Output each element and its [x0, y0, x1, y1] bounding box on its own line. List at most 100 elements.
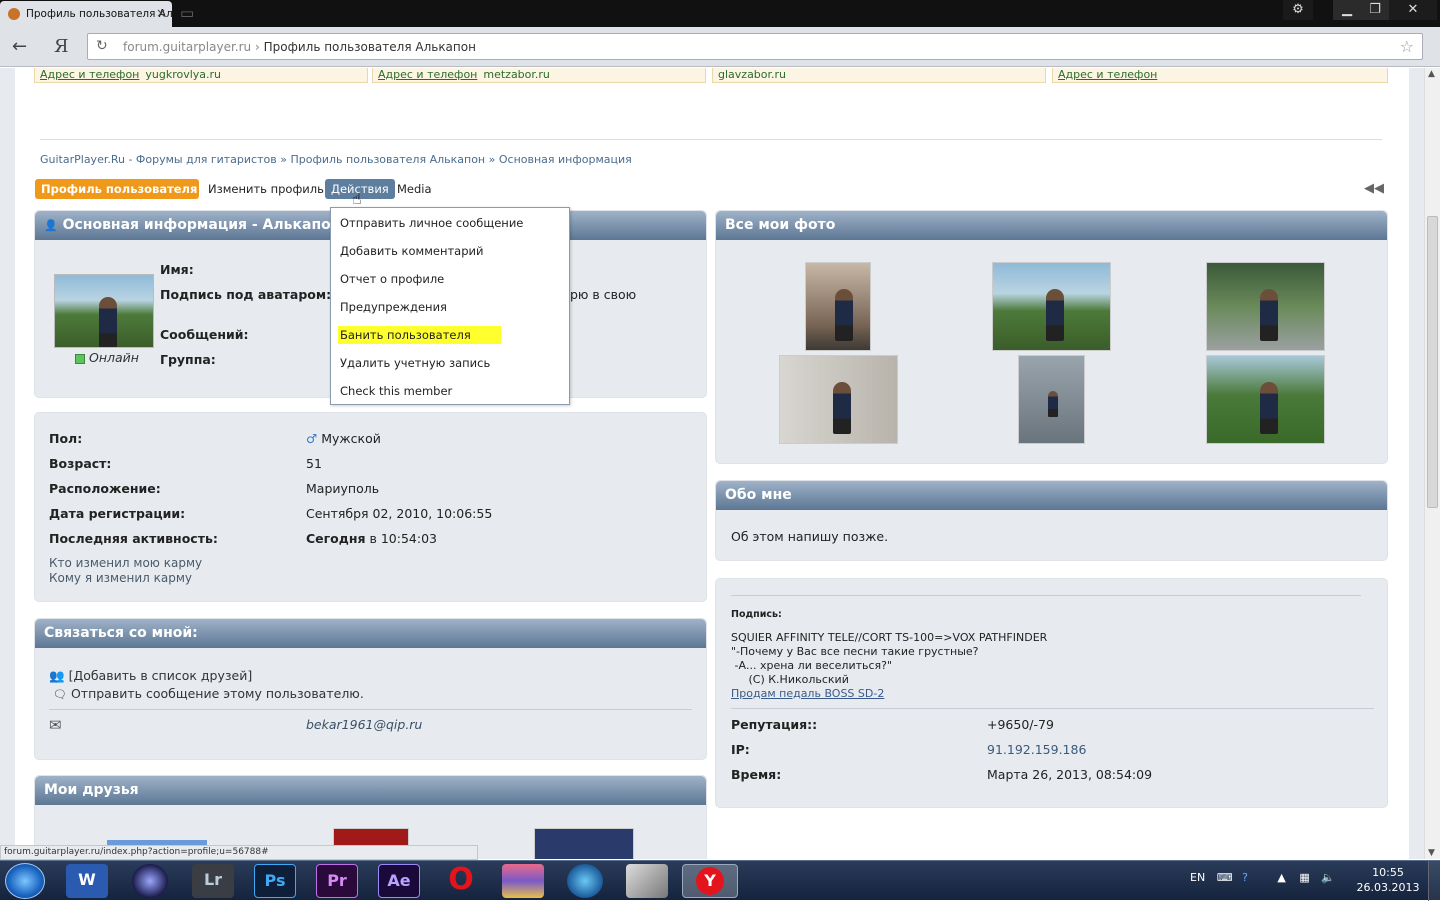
ad-link[interactable]: Адрес и телефон	[378, 68, 477, 81]
menu-item-delete-account[interactable]: Удалить учетную запись	[331, 353, 569, 373]
breadcrumb-profile-link[interactable]: Профиль пользователя Алькапон	[290, 153, 485, 166]
ad-link[interactable]: Адрес и телефон	[1058, 68, 1157, 81]
about-header: Обо мне	[716, 481, 1387, 510]
browser-tabbar: Профиль пользователя Ал × ▭ ⚙ ▁ ❐ ✕	[0, 0, 1440, 27]
breadcrumb-current[interactable]: Основная информация	[499, 153, 632, 166]
menu-item-add-comment[interactable]: Добавить комментарий	[331, 241, 569, 261]
uc-app-icon[interactable]	[567, 864, 603, 898]
network-icon[interactable]: ▦	[1299, 871, 1309, 884]
page-viewport: Адрес и телефон yugkrovlya.ru Адрес и тел…	[0, 68, 1424, 859]
lightroom-app-icon[interactable]: Lr	[192, 864, 234, 898]
show-desktop-button[interactable]	[1428, 861, 1440, 901]
envelope-icon[interactable]: ✉	[49, 716, 62, 734]
email-link[interactable]: bekar1961@qip.ru	[306, 717, 422, 732]
windows-taskbar: W Lr Ps Pr Ae O Y EN ⌨ ? ▲ ▦ 🔈 10:55 26.…	[0, 860, 1440, 901]
karma-whom-link[interactable]: Кому я изменил карму	[49, 571, 192, 585]
back-arrow-icon[interactable]: ←	[12, 36, 27, 57]
panel-title: Основная информация - Алькапон	[62, 217, 341, 233]
tab-media[interactable]: Media	[391, 179, 438, 199]
bookmark-star-icon[interactable]: ☆	[1400, 37, 1414, 56]
photo-thumbnail[interactable]	[1206, 355, 1325, 444]
close-window-icon[interactable]: ✕	[1389, 0, 1437, 20]
close-tab-icon[interactable]: ×	[156, 6, 166, 20]
ad-block[interactable]: Адрес и телефон	[1052, 68, 1388, 83]
keyboard-icon[interactable]: ⌨	[1217, 871, 1233, 884]
media-app-icon[interactable]	[132, 864, 168, 898]
registered-value: Сентября 02, 2010, 10:06:55	[306, 506, 493, 521]
menu-item-check-member[interactable]: Check this member	[331, 381, 569, 401]
reload-icon[interactable]: ↻	[96, 38, 108, 54]
menu-item-send-pm[interactable]: Отправить личное сообщение	[331, 213, 569, 233]
tab-profile[interactable]: Профиль пользователя	[35, 179, 199, 199]
archive-app-icon[interactable]	[502, 864, 544, 898]
address-field[interactable]: ↻ forum.guitarplayer.ru › Профиль пользо…	[87, 33, 1423, 60]
ip-label: IP:	[731, 742, 750, 757]
breadcrumb-home-link[interactable]: GuitarPlayer.Ru - Форумы для гитаристов	[40, 153, 277, 166]
help-icon[interactable]: ?	[1242, 871, 1248, 884]
group-label: Группа:	[160, 352, 216, 367]
minimize-icon[interactable]: ▁	[1333, 0, 1361, 20]
files-app-icon[interactable]	[626, 864, 668, 898]
opera-app-icon[interactable]: O	[440, 864, 482, 898]
friend-avatar[interactable]	[534, 828, 634, 859]
after-effects-app-icon[interactable]: Ae	[378, 864, 420, 898]
ad-domain: glavzabor.ru	[718, 68, 787, 81]
yandex-button[interactable]: Я	[54, 36, 69, 57]
restore-icon[interactable]: ❐	[1361, 0, 1389, 20]
ad-block[interactable]: Адрес и телефон metzabor.ru	[372, 68, 706, 83]
add-friend-link[interactable]: 👥 [Добавить в список друзей]	[49, 668, 252, 684]
browser-tab[interactable]: Профиль пользователя Ал ×	[0, 1, 172, 27]
karma-who-link[interactable]: Кто изменил мою карму	[49, 556, 202, 570]
reputation-label: Репутация::	[731, 717, 818, 732]
tray-expand-icon[interactable]: ▲	[1277, 871, 1285, 884]
vertical-scrollbar[interactable]: ▲ ▼	[1424, 68, 1440, 859]
menu-item-report-profile[interactable]: Отчет о профиле	[331, 269, 569, 289]
premiere-app-icon[interactable]: Pr	[316, 864, 358, 898]
ip-link[interactable]: 91.192.159.186	[987, 742, 1086, 757]
age-label: Возраст:	[49, 456, 112, 471]
ad-link[interactable]: Адрес и телефон	[40, 68, 139, 81]
ad-domain: metzabor.ru	[483, 68, 550, 81]
scroll-up-icon[interactable]: ▲	[1428, 69, 1435, 79]
start-button[interactable]	[5, 863, 45, 899]
menu-item-ban-user[interactable]: Банить пользователя	[331, 325, 569, 345]
volume-icon[interactable]: 🔈	[1321, 871, 1335, 884]
tab-edit-profile[interactable]: Изменить профиль	[202, 179, 330, 199]
contact-panel: Связаться со мной: 👥 [Добавить в список …	[34, 618, 707, 760]
divider	[40, 139, 1382, 140]
signature-tail: рю в свою	[570, 287, 637, 302]
clock[interactable]: 10:55 26.03.2013	[1355, 865, 1421, 895]
photo-thumbnail[interactable]	[779, 355, 898, 444]
photo-thumbnail[interactable]	[805, 262, 871, 351]
collapse-icon[interactable]: ◀◀	[1364, 181, 1384, 196]
ad-block[interactable]: Адрес и телефон yugkrovlya.ru	[34, 68, 368, 83]
language-indicator[interactable]: EN	[1190, 871, 1205, 884]
posts-label: Сообщений:	[160, 327, 249, 342]
url-text[interactable]: forum.guitarplayer.ru › Профиль пользова…	[123, 40, 476, 54]
last-active-label: Последняя активность:	[49, 531, 218, 546]
yandex-browser-app-icon[interactable]: Y	[682, 864, 738, 898]
scroll-thumb[interactable]	[1427, 216, 1438, 508]
photoshop-app-icon[interactable]: Ps	[254, 864, 296, 898]
scroll-down-icon[interactable]: ▼	[1428, 848, 1435, 858]
divider	[731, 708, 1374, 709]
system-tray: EN ⌨ ? ▲ ▦ 🔈	[1190, 871, 1335, 884]
word-app-icon[interactable]: W	[66, 864, 108, 898]
menu-item-warnings[interactable]: Предупреждения	[331, 297, 569, 317]
male-icon: ♂	[306, 431, 318, 446]
age-value: 51	[306, 456, 322, 471]
send-message-link[interactable]: 🗨 Отправить сообщение этому пользователю…	[53, 686, 364, 701]
avatar[interactable]	[54, 274, 154, 348]
gender-value: ♂ Мужской	[306, 431, 381, 446]
photo-thumbnail[interactable]	[992, 262, 1111, 351]
new-tab-icon[interactable]: ▭	[180, 4, 194, 22]
settings-gear-icon[interactable]: ⚙	[1283, 0, 1313, 20]
clock-date: 26.03.2013	[1356, 881, 1420, 894]
ad-block[interactable]: glavzabor.ru	[712, 68, 1046, 83]
photo-thumbnail[interactable]	[1018, 355, 1085, 444]
signature-link[interactable]: Продам педаль BOSS SD-2	[731, 687, 884, 700]
time-value: Марта 26, 2013, 08:54:09	[987, 767, 1153, 782]
photo-thumbnail[interactable]	[1206, 262, 1325, 351]
last-active-value: Сегодня в 10:54:03	[306, 531, 437, 546]
divider	[49, 709, 692, 710]
